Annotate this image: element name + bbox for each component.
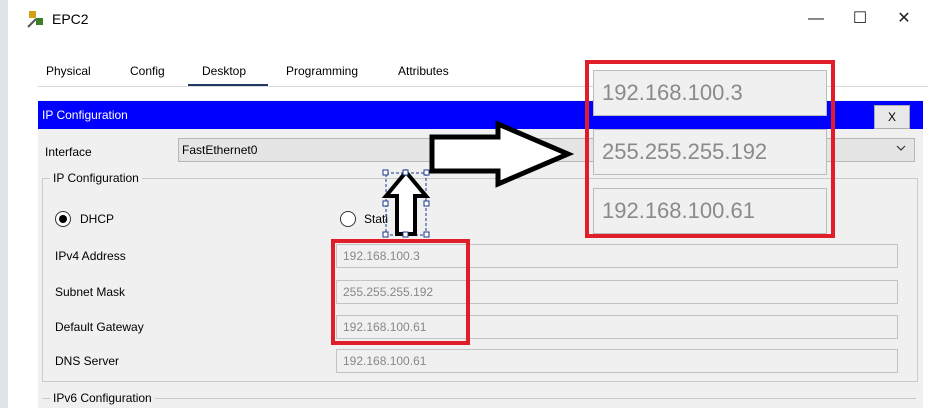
interface-label: Interface [45,145,92,159]
dhcp-radio[interactable] [55,211,71,227]
ipv6-config-group [42,398,916,411]
subnet-mask-label: Subnet Mask [55,285,126,299]
maximize-button[interactable]: ☐ [840,6,880,32]
zoomed-subnet-text: 255.255.255.192 [602,139,768,164]
left-border [0,0,8,408]
dns-server-label: DNS Server [55,354,120,368]
tab-physical[interactable]: Physical [46,64,91,78]
title-bar [8,0,928,38]
default-gateway-label: Default Gateway [55,320,144,334]
fields-highlight-box [331,239,470,345]
interface-select-value: FastEthernet0 [182,143,258,157]
tab-attributes[interactable]: Attributes [398,64,449,78]
dhcp-label: DHCP [80,212,115,226]
ip-config-close-button[interactable]: X [874,105,910,129]
zoomed-ipv4-value: 192.168.100.3 [593,70,827,116]
zoomed-ipv4-text: 192.168.100.3 [602,80,743,105]
tab-config[interactable]: Config [130,64,165,78]
zoomed-gateway-value: 192.168.100.61 [593,188,827,234]
chevron-down-icon [896,142,906,156]
close-button[interactable]: ✕ [884,6,924,32]
dns-server-value: 192.168.100.61 [343,354,427,368]
ip-config-header-title: IP Configuration [42,108,128,122]
static-radio[interactable] [340,211,356,227]
app-icon [27,11,43,28]
ip-config-group-title: IP Configuration [50,171,142,185]
dns-server-input[interactable]: 192.168.100.61 [336,349,898,373]
zoomed-subnet-value: 255.255.255.192 [593,129,827,175]
ipv4-address-label: IPv4 Address [55,249,126,263]
up-arrow-annotation [381,168,431,238]
dhcp-radio-dot [59,215,67,223]
window-title: EPC2 [52,11,89,27]
tab-programming[interactable]: Programming [286,64,358,78]
minimize-button[interactable]: — [796,6,836,32]
ipv6-config-group-title: IPv6 Configuration [50,391,155,405]
right-arrow-annotation [429,120,574,188]
tab-desktop[interactable]: Desktop [202,64,246,78]
zoomed-gateway-text: 192.168.100.61 [602,198,755,223]
